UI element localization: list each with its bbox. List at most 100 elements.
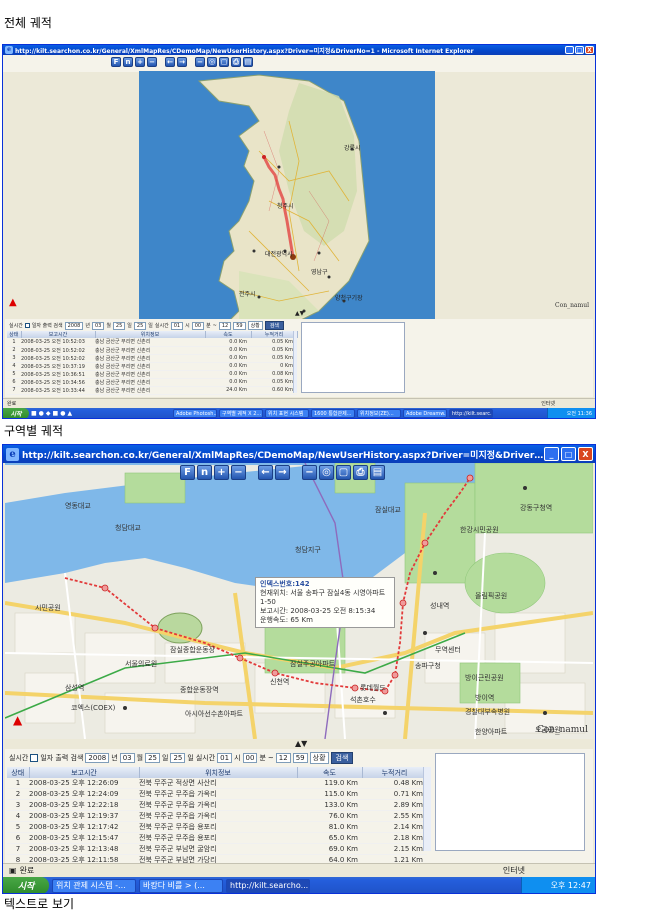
- app-icon[interactable]: ▲: [67, 410, 72, 417]
- zoom-out-icon[interactable]: −: [231, 465, 246, 480]
- col-header-distance[interactable]: 누적거리: [362, 767, 428, 778]
- day-to-select[interactable]: 25: [170, 753, 186, 763]
- target-icon[interactable]: ◎: [207, 57, 217, 67]
- table-row[interactable]: 4 2008-03-25 오전 10:37:19 충남 금산군 부리면 신촌리 0.0…: [7, 362, 297, 371]
- north-icon[interactable]: n: [197, 465, 212, 480]
- table-scrollbar[interactable]: [423, 767, 431, 851]
- print-icon[interactable]: ⎙: [231, 57, 241, 67]
- table-row[interactable]: 5 2008-03-25 오후 12:17:42 전북 무주군 무주읍 용포리 81.…: [7, 821, 427, 833]
- col-header-location[interactable]: 위치정보: [95, 331, 206, 338]
- start-button[interactable]: 시작: [3, 408, 29, 418]
- close-button[interactable]: X: [578, 447, 593, 461]
- list-icon[interactable]: ▤: [370, 465, 385, 480]
- measure-icon[interactable]: −: [195, 57, 205, 67]
- zoom-out-icon[interactable]: −: [147, 57, 157, 67]
- maximize-button[interactable]: □: [561, 447, 576, 461]
- min-from-select[interactable]: 00: [242, 753, 258, 763]
- mode-select[interactable]: 상황: [309, 752, 329, 764]
- full-extent-icon[interactable]: F: [111, 57, 121, 67]
- taskbar-item[interactable]: 바캉다 비를 > (...: [139, 878, 223, 893]
- daily-checkbox[interactable]: [24, 323, 30, 328]
- pan-right-icon[interactable]: →: [275, 465, 290, 480]
- table-row[interactable]: 4 2008-03-25 오후 12:19:37 전북 무주군 무주읍 가옥리 76.…: [7, 810, 427, 822]
- table-row[interactable]: 5 2008-03-25 오전 10:36:51 충남 금산군 부리면 신촌리 0.0…: [7, 370, 297, 379]
- search-button[interactable]: 검색: [330, 752, 354, 764]
- taskbar-item[interactable]: http://kilt.searc...: [449, 409, 493, 418]
- month-select[interactable]: 03: [91, 321, 105, 330]
- day-select[interactable]: 25: [145, 753, 160, 763]
- mode-select[interactable]: 상황: [247, 321, 263, 330]
- start-button[interactable]: 시작: [3, 877, 49, 893]
- app-icon[interactable]: ●: [39, 410, 44, 417]
- col-header-status[interactable]: 상태: [7, 331, 22, 338]
- year-select[interactable]: 2008: [64, 321, 84, 330]
- print-icon[interactable]: ⎙: [353, 465, 368, 480]
- col-header-speed[interactable]: 속도: [205, 331, 252, 338]
- minimize-button[interactable]: _: [544, 447, 559, 461]
- day-unit: 일: [127, 323, 132, 329]
- table-row[interactable]: 2 2008-03-25 오후 12:24:09 전북 무주군 무주읍 가옥리 115…: [7, 788, 427, 800]
- layer-icon[interactable]: ▢: [336, 465, 351, 480]
- hour-to-select[interactable]: 12: [218, 321, 232, 330]
- table-row[interactable]: 1 2008-03-25 오전 10:52:03 충남 금산군 부리면 신촌리 0.0…: [7, 338, 297, 347]
- col-header-distance[interactable]: 누적거리: [251, 331, 298, 338]
- min-from-select[interactable]: 00: [191, 321, 205, 330]
- table-row[interactable]: 7 2008-03-25 오전 10:33:44 충남 금산군 부리면 신촌리 24.…: [7, 386, 297, 395]
- measure-icon[interactable]: −: [302, 465, 317, 480]
- taskbar-item[interactable]: 위치 표현 시스템: [265, 409, 309, 418]
- taskbar-item[interactable]: Adobe Dreamw...: [403, 409, 447, 418]
- pan-right-icon[interactable]: →: [177, 57, 187, 67]
- day-to-select[interactable]: 25: [133, 321, 147, 330]
- splitter-handle[interactable]: ▲▼: [295, 739, 307, 748]
- col-header-status[interactable]: 상태: [7, 767, 30, 778]
- layer-icon[interactable]: ▢: [219, 57, 229, 67]
- taskbar-item[interactable]: 구역별 궤적 X 2...: [219, 409, 263, 418]
- table-row[interactable]: 1 2008-03-25 오후 12:26:09 전북 무주군 적상면 사산리 119…: [7, 778, 427, 789]
- taskbar-item[interactable]: http://kilt.searcho...: [226, 878, 310, 893]
- zone-map[interactable]: 잠실대교 영동대교 청담대교 한강시민공원 강동구청역 잠실종합운동장 청담지구…: [5, 463, 593, 739]
- row-time: 2008-03-25 오전 10:52:03: [21, 338, 95, 347]
- table-row[interactable]: 7 2008-03-25 오후 12:13:48 전북 무주군 부남면 굴암리 69.…: [7, 843, 427, 855]
- close-button[interactable]: X: [585, 46, 594, 54]
- daily-checkbox[interactable]: [30, 754, 39, 762]
- table-row[interactable]: 3 2008-03-25 오전 10:52:02 충남 금산군 부리면 신촌리 0.0…: [7, 354, 297, 363]
- zoom-in-icon[interactable]: +: [214, 465, 229, 480]
- app-icon[interactable]: ■: [53, 410, 59, 417]
- day-select[interactable]: 25: [112, 321, 126, 330]
- splitter-handle[interactable]: ▲▼: [295, 310, 304, 317]
- col-header-time[interactable]: 보고시간: [21, 331, 96, 338]
- col-header-time[interactable]: 보고시간: [29, 767, 140, 778]
- table-row[interactable]: 3 2008-03-25 오후 12:22:18 전북 무주군 무주읍 가옥리 133…: [7, 799, 427, 811]
- korea-map[interactable]: 강릉시 청주시 대전광역시 영남구 양천구기장 전주시: [139, 71, 435, 354]
- taskbar-item[interactable]: 위치정보(ZE)...: [357, 409, 401, 418]
- taskbar-item[interactable]: 1600 통합관제...: [311, 409, 355, 418]
- minimize-button[interactable]: _: [565, 46, 574, 54]
- table-row[interactable]: 2 2008-03-25 오전 10:52:02 충남 금산군 부리면 신촌리 0.0…: [7, 346, 297, 355]
- taskbar-item[interactable]: 위치 관제 시스템 -...: [52, 878, 136, 893]
- app-icon[interactable]: ◆: [46, 410, 51, 417]
- table-scrollbar[interactable]: [293, 331, 297, 393]
- full-extent-icon[interactable]: F: [180, 465, 195, 480]
- pan-left-icon[interactable]: ←: [165, 57, 175, 67]
- hour-to-select[interactable]: 12: [275, 753, 291, 763]
- hour-from-select[interactable]: 01: [170, 321, 184, 330]
- search-button[interactable]: 검색: [264, 321, 285, 330]
- maximize-button[interactable]: □: [575, 46, 584, 54]
- year-select[interactable]: 2008: [85, 753, 110, 763]
- taskbar-item[interactable]: Adobe Photosh...: [173, 409, 217, 418]
- pan-left-icon[interactable]: ←: [258, 465, 273, 480]
- table-row[interactable]: 6 2008-03-25 오전 10:34:56 충남 금산군 부리면 신촌리 0.0…: [7, 378, 297, 387]
- col-header-speed[interactable]: 속도: [297, 767, 363, 778]
- app-icon[interactable]: ■: [31, 410, 37, 417]
- zoom-in-icon[interactable]: +: [135, 57, 145, 67]
- table-row[interactable]: 6 2008-03-25 오후 12:15:47 전북 무주군 무주읍 용포리 65.…: [7, 832, 427, 844]
- target-icon[interactable]: ◎: [319, 465, 334, 480]
- hour-from-select[interactable]: 01: [217, 753, 233, 763]
- north-icon[interactable]: n: [123, 57, 133, 67]
- month-select[interactable]: 03: [119, 753, 135, 763]
- list-icon[interactable]: ▤: [243, 57, 253, 67]
- min-to-select[interactable]: 59: [233, 321, 246, 330]
- app-icon[interactable]: ●: [60, 410, 65, 417]
- col-header-location[interactable]: 위치정보: [139, 767, 298, 778]
- min-to-select[interactable]: 59: [292, 753, 308, 763]
